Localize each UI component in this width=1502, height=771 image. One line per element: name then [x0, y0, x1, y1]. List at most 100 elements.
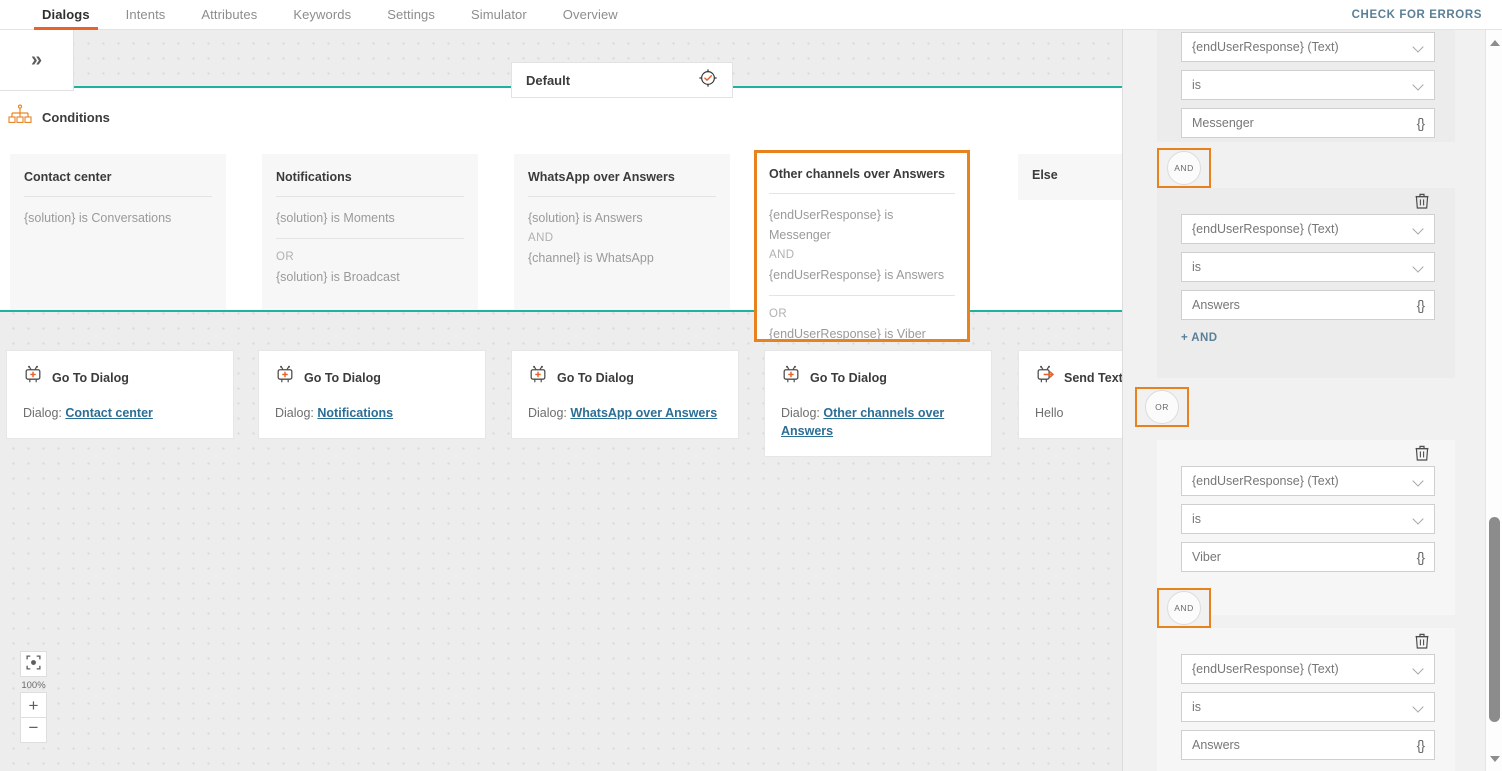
comparator-select-4[interactable]: is	[1181, 692, 1435, 722]
zoom-in-button[interactable]: +	[20, 692, 47, 718]
delete-icon[interactable]	[1415, 193, 1429, 209]
action-card-type: Go To Dialog	[557, 370, 634, 385]
action-card-go-to-dialog-whatsapp-over-answers[interactable]: Go To Dialog Dialog: WhatsApp over Answe…	[511, 350, 739, 439]
attribute-select-3-value: {endUserResponse} (Text)	[1192, 474, 1339, 488]
check-for-errors-button[interactable]: CHECK FOR ERRORS	[1352, 0, 1482, 30]
robot-plus-icon	[275, 365, 295, 390]
scroll-up-arrow-icon	[1489, 39, 1500, 46]
action-card-type: Go To Dialog	[304, 370, 381, 385]
rule-group-1: {endUserResponse} (Text) is Messenger {}	[1157, 30, 1455, 142]
condition-editor-panel: {endUserResponse} (Text) is Messenger {}…	[1122, 30, 1502, 771]
condition-expression: {endUserResponse} is Messenger	[769, 208, 894, 242]
condition-card-whatsapp-over-answers[interactable]: WhatsApp over Answers {solution} is Answ…	[514, 154, 730, 310]
attribute-select-1[interactable]: {endUserResponse} (Text)	[1181, 32, 1435, 62]
tab-settings[interactable]: Settings	[369, 0, 453, 30]
panel-scrollbar[interactable]	[1485, 30, 1502, 771]
operator-badge-and-2[interactable]: AND	[1157, 588, 1211, 628]
condition-card-other-channels-over-answers[interactable]: Other channels over Answers {endUserResp…	[754, 150, 970, 342]
condition-group-divider	[276, 238, 464, 239]
delete-icon[interactable]	[1415, 633, 1429, 649]
tab-simulator[interactable]: Simulator	[453, 0, 545, 30]
dialog-link[interactable]: Notifications	[317, 406, 393, 420]
delete-icon[interactable]	[1415, 445, 1429, 461]
condition-expression: {solution} is Conversations	[24, 211, 172, 225]
scroll-down-button[interactable]	[1486, 750, 1502, 767]
value-input-1[interactable]: Messenger {}	[1181, 108, 1435, 138]
nav-tabs: Dialogs Intents Attributes Keywords Sett…	[24, 0, 636, 30]
action-card-body: Dialog: Notifications	[275, 404, 469, 422]
value-input-3-value: Viber	[1192, 550, 1221, 564]
robot-plus-icon	[781, 365, 801, 390]
zoom-out-button[interactable]: −	[20, 717, 47, 743]
tab-simulator-label: Simulator	[470, 7, 527, 22]
comparator-select-2[interactable]: is	[1181, 252, 1435, 282]
braces-icon[interactable]: {}	[1417, 115, 1425, 131]
braces-icon[interactable]: {}	[1417, 297, 1425, 313]
operator-badge-or-1[interactable]: OR	[1135, 387, 1189, 427]
delete-rule-row-4	[1157, 628, 1455, 654]
default-node[interactable]: Default	[511, 62, 733, 98]
dialog-link[interactable]: WhatsApp over Answers	[570, 406, 717, 420]
dialog-flow-canvas[interactable]: » Default Conditions Contact center {sol…	[0, 30, 1122, 771]
tab-dialogs[interactable]: Dialogs	[24, 0, 108, 30]
condition-card-notifications[interactable]: Notifications {solution} is Moments OR {…	[262, 154, 478, 310]
tab-keywords[interactable]: Keywords	[275, 0, 369, 30]
condition-card-title: Else	[1032, 168, 1058, 182]
action-card-body: Hello	[1035, 404, 1122, 422]
dialog-prefix-label: Dialog:	[528, 406, 571, 420]
value-input-3[interactable]: Viber {}	[1181, 542, 1435, 572]
value-input-4[interactable]: Answers {}	[1181, 730, 1435, 760]
attribute-select-4[interactable]: {endUserResponse} (Text)	[1181, 654, 1435, 684]
comparator-select-1[interactable]: is	[1181, 70, 1435, 100]
operator-badge-and-1[interactable]: AND	[1157, 148, 1211, 188]
chevron-down-icon	[1413, 224, 1424, 235]
value-input-2[interactable]: Answers {}	[1181, 290, 1435, 320]
action-card-go-to-dialog-notifications[interactable]: Go To Dialog Dialog: Notifications	[258, 350, 486, 439]
tab-dialogs-label: Dialogs	[42, 7, 90, 22]
tab-settings-label: Settings	[387, 7, 435, 22]
dialog-link[interactable]: Contact center	[65, 406, 153, 420]
condition-card-else[interactable]: Else	[1018, 154, 1122, 200]
action-card-go-to-dialog-other-channels-over-answers[interactable]: Go To Dialog Dialog: Other channels over…	[764, 350, 992, 457]
tab-attributes[interactable]: Attributes	[183, 0, 275, 30]
chevron-down-icon	[1413, 514, 1424, 525]
action-card-go-to-dialog-contact-center[interactable]: Go To Dialog Dialog: Contact center	[6, 350, 234, 439]
chevron-down-icon	[1413, 262, 1424, 273]
action-card-body: Dialog: Contact center	[23, 404, 217, 422]
plus-icon: +	[28, 695, 39, 715]
condition-card-body: {solution} is Answers AND {channel} is W…	[528, 197, 716, 282]
scroll-up-button[interactable]	[1486, 34, 1502, 51]
action-card-type: Go To Dialog	[52, 370, 129, 385]
action-card-body: Dialog: WhatsApp over Answers	[528, 404, 722, 422]
condition-card-body: {solution} is Moments OR {solution} is B…	[276, 197, 464, 301]
condition-expression: {solution} is Broadcast	[276, 270, 400, 284]
action-card-header: Go To Dialog	[23, 365, 217, 390]
action-card-type: Send Text	[1064, 370, 1122, 385]
condition-group-operator: OR	[769, 308, 788, 320]
condition-expression: {channel} is WhatsApp	[528, 251, 654, 265]
condition-inline-operator: AND	[528, 232, 554, 244]
action-card-send-text[interactable]: Send Text Hello	[1018, 350, 1122, 439]
conditions-tree-icon	[8, 104, 32, 131]
target-crosshair-check-icon	[698, 68, 718, 93]
fit-to-screen-icon	[26, 655, 41, 673]
tab-overview-label: Overview	[562, 7, 618, 22]
add-and-condition-button[interactable]: + AND	[1181, 332, 1217, 344]
comparator-select-1-value: is	[1192, 78, 1202, 92]
condition-expression: {solution} is Moments	[276, 211, 395, 225]
delete-rule-row-3	[1157, 440, 1455, 466]
attribute-select-2[interactable]: {endUserResponse} (Text)	[1181, 214, 1435, 244]
tab-intents[interactable]: Intents	[108, 0, 184, 30]
fit-to-screen-button[interactable]	[20, 651, 47, 677]
braces-icon[interactable]: {}	[1417, 737, 1425, 753]
scroll-down-arrow-icon	[1489, 755, 1500, 762]
braces-icon[interactable]: {}	[1417, 549, 1425, 565]
comparator-select-3[interactable]: is	[1181, 504, 1435, 534]
tab-overview[interactable]: Overview	[545, 0, 636, 30]
expand-sidebar-button[interactable]: »	[0, 30, 74, 91]
condition-card-body: {endUserResponse} is Messenger AND {endU…	[769, 194, 955, 358]
attribute-select-3[interactable]: {endUserResponse} (Text)	[1181, 466, 1435, 496]
condition-card-contact-center[interactable]: Contact center {solution} is Conversatio…	[10, 154, 226, 310]
scrollbar-thumb[interactable]	[1489, 517, 1500, 722]
condition-expression: {solution} is Answers	[528, 211, 643, 225]
